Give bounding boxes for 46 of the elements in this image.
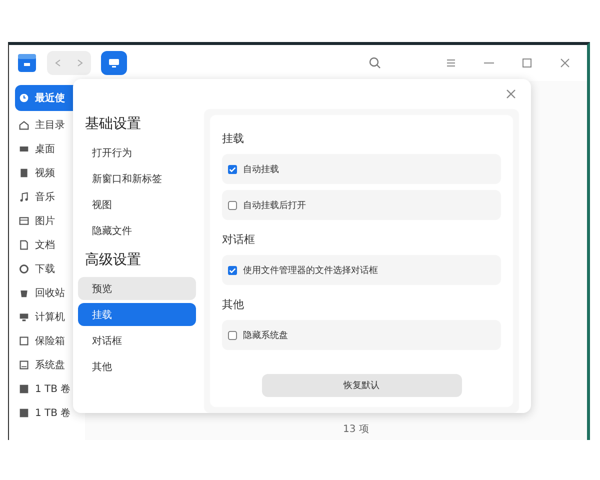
option-label: 自动挂载 <box>243 164 279 176</box>
checkbox[interactable] <box>228 200 237 210</box>
view-button[interactable] <box>101 51 127 75</box>
sidebar-item-icon <box>19 144 29 154</box>
checkbox[interactable] <box>228 266 237 274</box>
option-label: 自动挂载后打开 <box>243 200 306 212</box>
close-icon <box>506 89 516 99</box>
sidebar-item-icon <box>19 408 29 418</box>
reset-button[interactable]: 恢复默认 <box>262 374 462 397</box>
close-icon <box>560 58 570 68</box>
sidebar-item-icon <box>19 120 29 130</box>
maximize-icon <box>522 58 532 68</box>
sidebar-item-icon <box>19 264 29 274</box>
sidebar-item-icon <box>19 192 29 202</box>
sidebar-item[interactable]: 1 TB 卷 <box>15 378 85 399</box>
sidebar-item-icon <box>19 93 29 103</box>
sidebar-item-icon <box>19 360 29 370</box>
checkbox[interactable] <box>228 164 237 174</box>
nav-item[interactable]: 预览 <box>78 277 196 300</box>
sidebar-item-icon <box>19 240 29 250</box>
sidebar-item[interactable]: 主目录 <box>15 114 85 135</box>
monitor-icon <box>108 58 120 68</box>
section-heading: 对话框 <box>222 232 256 247</box>
option-label: 隐藏系统盘 <box>243 330 288 342</box>
nav-item[interactable]: 挂载 <box>78 303 196 326</box>
sidebar-item[interactable]: 下载 <box>15 258 85 279</box>
sidebar-item-icon <box>19 216 29 226</box>
search-icon <box>369 57 381 69</box>
section-heading: 挂载 <box>222 131 245 146</box>
checkbox[interactable] <box>228 330 237 340</box>
sidebar-item-icon <box>19 312 29 322</box>
section-heading: 其他 <box>222 297 245 312</box>
group-heading: 高级设置 <box>85 251 142 269</box>
sidebar-item[interactable]: 1 TB 卷 <box>15 402 85 423</box>
sidebar-item-icon <box>19 288 29 298</box>
sidebar-item-icon <box>19 336 29 346</box>
menu-icon <box>446 58 456 68</box>
app-logo-icon <box>17 53 37 73</box>
chevron-left-icon <box>55 59 61 67</box>
group-heading: 基础设置 <box>85 115 142 133</box>
option-label: 使用文件管理器的文件选择对话框 <box>243 264 378 276</box>
sidebar-item-icon <box>19 168 29 178</box>
chevron-right-icon <box>77 59 83 67</box>
minimize-icon <box>484 62 494 64</box>
sidebar-item-icon <box>19 384 29 394</box>
item-count: 13 项 <box>342 423 370 437</box>
